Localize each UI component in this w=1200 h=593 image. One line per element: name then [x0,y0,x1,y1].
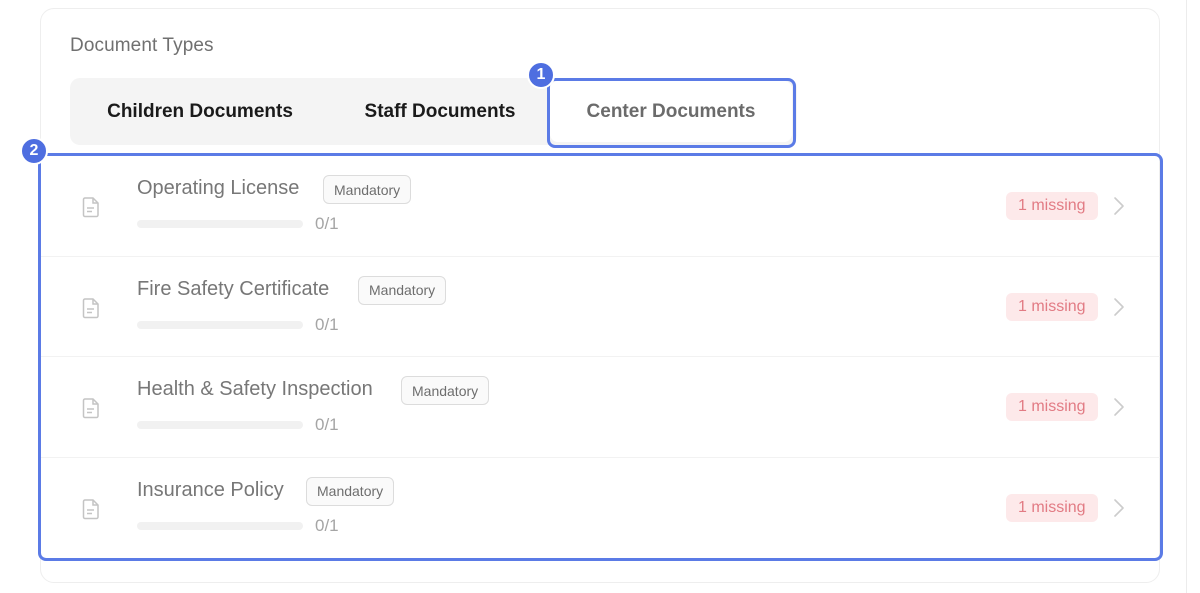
step-badge-2: 2 [20,137,48,165]
chevron-right-icon[interactable] [1111,295,1127,319]
document-icon [82,197,99,218]
section-title: Document Types [70,35,214,56]
document-type-tabs: Children Documents Staff Documents Cente… [70,78,797,145]
tab-children-documents[interactable]: Children Documents [90,78,310,145]
progress-bar [137,521,303,530]
document-name: Insurance Policy [137,478,284,501]
mandatory-badge: Mandatory [323,175,412,204]
progress-bar [137,421,303,429]
document-icon [82,398,99,419]
missing-status-badge: 1 missing [1006,192,1098,220]
mandatory-badge: Mandatory [358,275,447,305]
tab-staff-documents[interactable]: Staff Documents [340,78,540,145]
document-name: Operating License [137,177,300,199]
missing-status-badge: 1 missing [1006,292,1098,321]
progress-count: 0/1 [315,515,339,535]
progress-count: 0/1 [315,214,339,233]
tab-center-documents[interactable]: Center Documents [550,81,792,142]
document-name: Fire Safety Certificate [137,277,330,300]
document-row-insurance-policy[interactable]: Insurance Policy Mandatory 0/1 1 missing [41,458,1160,559]
mandatory-badge: Mandatory [306,476,395,506]
progress-bar [137,220,303,228]
progress-count: 0/1 [315,314,339,334]
document-row-operating-license[interactable]: Operating License Mandatory 0/1 1 missin… [41,156,1160,257]
document-name: Health & Safety Inspection [137,378,373,400]
document-row-health-safety-inspection[interactable]: Health & Safety Inspection Mandatory 0/1… [41,357,1160,458]
progress-bar [137,320,303,329]
adjacent-panel-edge [1186,0,1200,593]
missing-status-badge: 1 missing [1006,393,1098,421]
progress-count: 0/1 [315,415,339,434]
missing-status-badge: 1 missing [1006,493,1098,522]
mandatory-badge: Mandatory [401,376,490,405]
document-icon [82,297,99,318]
chevron-right-icon[interactable] [1111,194,1127,218]
chevron-right-icon[interactable] [1111,395,1127,419]
document-icon [82,498,99,519]
document-row-fire-safety-certificate[interactable]: Fire Safety Certificate Mandatory 0/1 1 … [41,257,1160,357]
document-list: Operating License Mandatory 0/1 1 missin… [41,156,1160,558]
step-badge-1: 1 [527,61,555,89]
chevron-right-icon[interactable] [1111,496,1127,520]
